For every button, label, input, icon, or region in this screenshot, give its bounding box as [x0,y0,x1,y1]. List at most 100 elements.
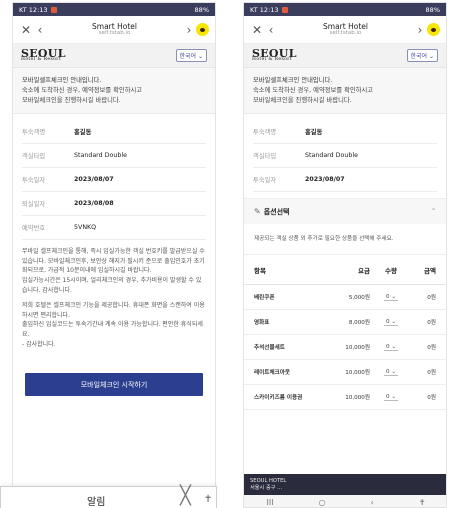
table-row: 스카이키즈룸 이용권 10,000원 0 ⌄ 0원 [244,385,446,411]
table-row: 레이트체크아웃 10,000원 0 ⌄ 0원 [244,360,446,386]
language-select[interactable]: 한국어 ⌄ [175,49,207,62]
guide-paragraph: 입실가능시간은 15시이며, 얼리체크인의 경우, 추가비용이 발생할 수 있습… [22,277,202,294]
back-icon[interactable]: ‹ [33,23,47,37]
option-total: 0원 [427,295,436,302]
close-icon[interactable]: ✕ [250,23,264,37]
browser-title: Smart Hotel self.tstab.io [278,22,413,37]
column-header-price: 요금 [358,266,370,275]
info-row-checkout: 퇴실일자 2023/08/08 [22,192,206,217]
info-key: 객실타입 [253,153,277,161]
checkin-notice: 모바일셀프체크인 안내입니다. 숙소에 도착하신 경우, 예약정보를 확인하시고… [13,68,215,115]
option-price: 10,000원 [345,345,370,352]
alert-dialog: 알림 ╳ [0,486,217,508]
notification-icon [50,6,57,13]
status-bar: KT 12:13 88% [244,3,446,16]
info-key: 투숙일자 [22,177,46,185]
info-value: 2023/08/08 [74,200,114,208]
option-total: 0원 [427,370,436,377]
info-key: 투숙일자 [253,177,277,185]
option-price: 10,000원 [345,395,370,402]
info-key: 객실타입 [22,153,46,161]
info-value: Standard Double [74,152,127,160]
accessibility-icon[interactable]: ✝ [204,494,212,505]
column-header-total: 금액 [424,266,436,275]
info-key: 예약번호 [22,225,46,233]
options-section-header[interactable]: ✎ 옵션선택 ^ [244,198,446,225]
home-icon[interactable]: ○ [319,498,326,507]
quantity-select[interactable]: 0 ⌄ [383,319,399,326]
logo-sub: Hotel & Resort [21,57,62,63]
quantity-select[interactable]: 0 ⌄ [383,369,399,376]
page-url: self.tstab.io [329,29,362,36]
accessibility-icon[interactable]: ✝ [419,498,426,507]
status-time: KT 12:13 [19,5,48,14]
browser-title: Smart Hotel self.tstab.io [47,22,182,37]
notice-line: 숙소에 도착하신 경우, 예약정보를 확인하시고 [253,86,374,94]
quantity-select[interactable]: 0 ⌄ [383,344,399,351]
chevron-up-icon[interactable]: ^ [431,208,436,215]
info-row-checkin: 투숙일자 2023/08/07 [22,168,206,193]
notice-line: 모바일체크인을 진행하시길 바랍니다. [253,96,352,104]
guide-paragraph: 무바일 셀프체크인을 통해, 즉시 입실가능한 객실 번호키를 발급받으실 수 … [22,248,205,275]
hotel-logo: SEOUL Hotel & Resort [21,48,66,63]
kakao-icon[interactable] [427,23,440,36]
start-mobile-checkin-button[interactable]: 모바일체크인 시작하기 [25,373,203,397]
option-price: 8,000원 [348,320,370,327]
close-icon[interactable]: ✕ [19,23,33,37]
quantity-select[interactable]: 0 ⌄ [383,394,399,401]
notice-line: 모바일체크인을 진행하시길 바랍니다. [22,96,121,104]
option-price: 10,000원 [345,370,370,377]
options-table-header: 항목 요금 수량 금액 [244,255,446,286]
brand-bar: SEOUL Hotel & Resort 한국어 ⌄ [244,44,446,68]
forward-icon[interactable]: › [413,23,427,37]
option-total: 0원 [427,395,436,402]
back-icon[interactable]: ‹ [264,23,278,37]
option-name: 스카이키즈룸 이용권 [254,395,303,402]
info-value: 홍길동 [305,129,323,137]
info-value: 5VNKQ [74,224,97,232]
info-key: 투숙객명 [22,129,46,137]
kakao-icon[interactable] [196,23,209,36]
checkin-guide-text: 무바일 셀프체크인을 통해, 즉시 입실가능한 객실 번호키를 발급받으실 수 … [13,240,215,351]
info-row-reservation: 예약번호 5VNKQ [22,216,206,241]
info-value: 2023/08/07 [74,176,114,184]
notice-line: 모바일셀프체크인 안내입니다. [22,77,102,84]
status-bar: KT 12:13 88% [13,3,215,16]
status-time: KT 12:13 [250,5,279,14]
info-value: Standard Double [305,152,358,160]
browser-header: ✕ ‹ Smart Hotel self.tstab.io › [13,16,215,44]
checkin-notice: 모바일셀프체크인 안내입니다. 숙소에 도착하신 경우, 예약정보를 확인하시고… [244,68,446,115]
option-total: 0원 [427,320,436,327]
info-value: 홍길동 [74,129,92,137]
language-select[interactable]: 한국어 ⌄ [406,49,438,62]
brand-bar: SEOUL Hotel & Resort 한국어 ⌄ [13,44,215,68]
guide-paragraph: 저희 호텔은 셀프체크인 기능을 제공합니다. 휴대폰 화면을 스캔하여 이용하… [22,302,205,319]
notice-line: 숙소에 도착하신 경우, 예약정보를 확인하시고 [22,86,143,94]
logo-sub: Hotel & Resort [252,57,293,63]
recent-apps-icon[interactable]: III [267,498,274,507]
option-total: 0원 [427,345,436,352]
quantity-select[interactable]: 0 ⌄ [383,294,399,301]
info-row-room: 객실타입 Standard Double [22,144,206,169]
battery-level: 88% [194,5,209,14]
footer-address: 서울시 중구 ... [250,485,283,492]
table-row: 추석선물세트 10,000원 0 ⌄ 0원 [244,335,446,361]
footer-hotel-name: SEOUL HOTEL [250,478,287,484]
table-row: 베린쿠폰 5,000원 0 ⌄ 0원 [244,285,446,311]
column-header-qty: 수량 [385,266,397,275]
option-name: 레이트체크아웃 [254,370,291,377]
info-row-guest: 투숙객명 홍길동 [22,120,206,145]
info-key: 퇴실일자 [22,201,46,209]
info-row-checkin: 투숙일자 2023/08/07 [253,168,437,193]
pencil-icon: ✎ [254,207,261,217]
info-value: 2023/08/07 [305,176,345,184]
close-icon[interactable]: ╳ [180,487,191,505]
forward-icon[interactable]: › [182,23,196,37]
guide-paragraph: 출입하신 입실코드는 투숙기간내 계속 이용 가능합니다. 편안한 휴식되세요. [22,321,203,338]
left-phone-screen: KT 12:13 88% ✕ ‹ Smart Hotel self.tstab.… [12,2,216,508]
notification-icon [281,6,288,13]
back-nav-icon[interactable]: ‹ [371,498,374,507]
options-description: 제공되는 객실 상품 외 추가로 필요한 상품을 선택해 주세요. [244,224,446,256]
notice-line: 모바일셀프체크인 안내입니다. [253,77,333,84]
info-row-room: 객실타입 Standard Double [253,144,437,169]
